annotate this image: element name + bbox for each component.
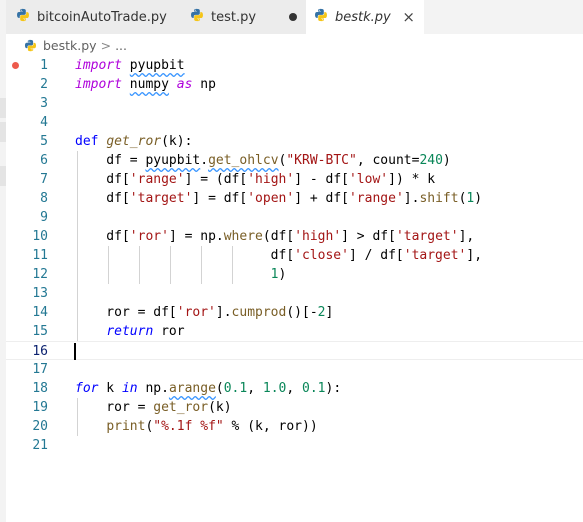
code-line[interactable]: 20 print("%.1f %f" % (k, ror)) [6,417,583,436]
line-number: 10 [32,229,48,244]
tab-label: bitcoinAutoTrade.py [37,9,167,25]
code-line[interactable]: 19 ror = get_ror(k) [6,398,583,417]
line-number: 21 [32,438,48,453]
text-cursor [74,343,76,360]
code-line[interactable]: 2 import numpy as np [6,75,583,94]
line-number: 2 [40,77,48,92]
line-number: 20 [32,419,48,434]
code-text: df['ror'] = np.where(df['high'] > df['ta… [75,229,475,244]
python-icon [24,39,37,52]
line-number: 15 [32,324,48,339]
tab-bestk[interactable]: bestk.py × [306,0,424,34]
code-text: ror = df['ror'].cumprod()[-2] [75,305,334,320]
line-number: 18 [32,381,48,396]
code-line[interactable]: 14 ror = df['ror'].cumprod()[-2] [6,303,583,322]
line-number: 5 [40,134,48,149]
breadcrumb-separator: > [100,37,112,53]
line-number: 19 [32,400,48,415]
code-line[interactable]: 12 1) [6,265,583,284]
code-line[interactable]: 1 import pyupbit [6,56,583,75]
code-line[interactable]: 18 for k in np.arange(0.1, 1.0, 0.1): [6,379,583,398]
code-line[interactable]: 17 [6,360,583,379]
code-text: print("%.1f %f" % (k, ror)) [106,419,318,434]
python-icon [16,8,30,26]
line-number: 4 [40,115,48,130]
line-number: 13 [32,286,48,301]
tab-label: test.py [211,9,257,25]
code-editor[interactable]: 1 import pyupbit 2 import numpy as np 3 4 5 def… [6,56,583,522]
code-line[interactable]: 16 [6,341,583,360]
code-line[interactable]: 7 df['range'] = (df['high'] - df['low'])… [6,170,583,189]
code-text: df['target'] = df['open'] + df['range'].… [75,191,483,206]
code-line[interactable]: 4 [6,113,583,132]
breadcrumb-symbols[interactable]: ... [115,38,127,53]
code-line[interactable]: 15 return ror [6,322,583,341]
code-text: import pyupbit [75,58,185,73]
line-number: 14 [32,305,48,320]
line-number: 11 [32,248,48,263]
line-number: 17 [32,362,48,377]
line-number: 12 [32,267,48,282]
code-text: return ror [106,324,185,339]
line-number: 3 [40,96,48,111]
editor-tab-bar: bitcoinAutoTrade.py test.py bestk.py × [6,0,583,34]
python-icon [314,8,328,26]
line-number: 6 [40,153,48,168]
line-number: 1 [40,58,48,73]
breadcrumb: bestk.py > ... [6,34,583,56]
code-line[interactable]: 8 df['target'] = df['open'] + df['range'… [6,189,583,208]
code-text: df['close'] / df['target'], [75,248,483,263]
close-icon[interactable]: × [402,8,415,26]
code-line[interactable]: 10 df['ror'] = np.where(df['high'] > df[… [6,227,583,246]
tab-test[interactable]: test.py [176,0,306,34]
code-text: df = pyupbit.get_ohlcv("KRW-BTC", count=… [75,153,451,168]
code-line[interactable]: 21 [6,436,583,455]
tab-bitcoinautotrade[interactable]: bitcoinAutoTrade.py [6,0,176,34]
breadcrumb-file[interactable]: bestk.py [43,38,97,53]
code-text: ror = get_ror(k) [75,400,232,415]
code-text: for k in np.arange(0.1, 1.0, 0.1): [75,381,342,396]
tab-label: bestk.py [335,9,391,25]
code-text: def get_ror(k): [75,134,193,149]
python-icon [190,8,204,26]
code-text: import numpy as np [75,77,216,92]
code-line[interactable]: 11 df['close'] / df['target'], [6,246,583,265]
line-number: 16 [32,344,48,359]
line-number: 9 [40,210,48,225]
line-number: 7 [40,172,48,187]
code-text: 1) [270,267,287,282]
code-line[interactable]: 5 def get_ror(k): [6,132,583,151]
code-line[interactable]: 6 df = pyupbit.get_ohlcv("KRW-BTC", coun… [6,151,583,170]
unsaved-dot-icon[interactable] [289,13,297,21]
code-line[interactable]: 3 [6,94,583,113]
code-text: df['range'] = (df['high'] - df['low']) *… [75,172,436,187]
code-line[interactable]: 13 [6,284,583,303]
code-line[interactable]: 9 [6,208,583,227]
line-number: 8 [40,191,48,206]
